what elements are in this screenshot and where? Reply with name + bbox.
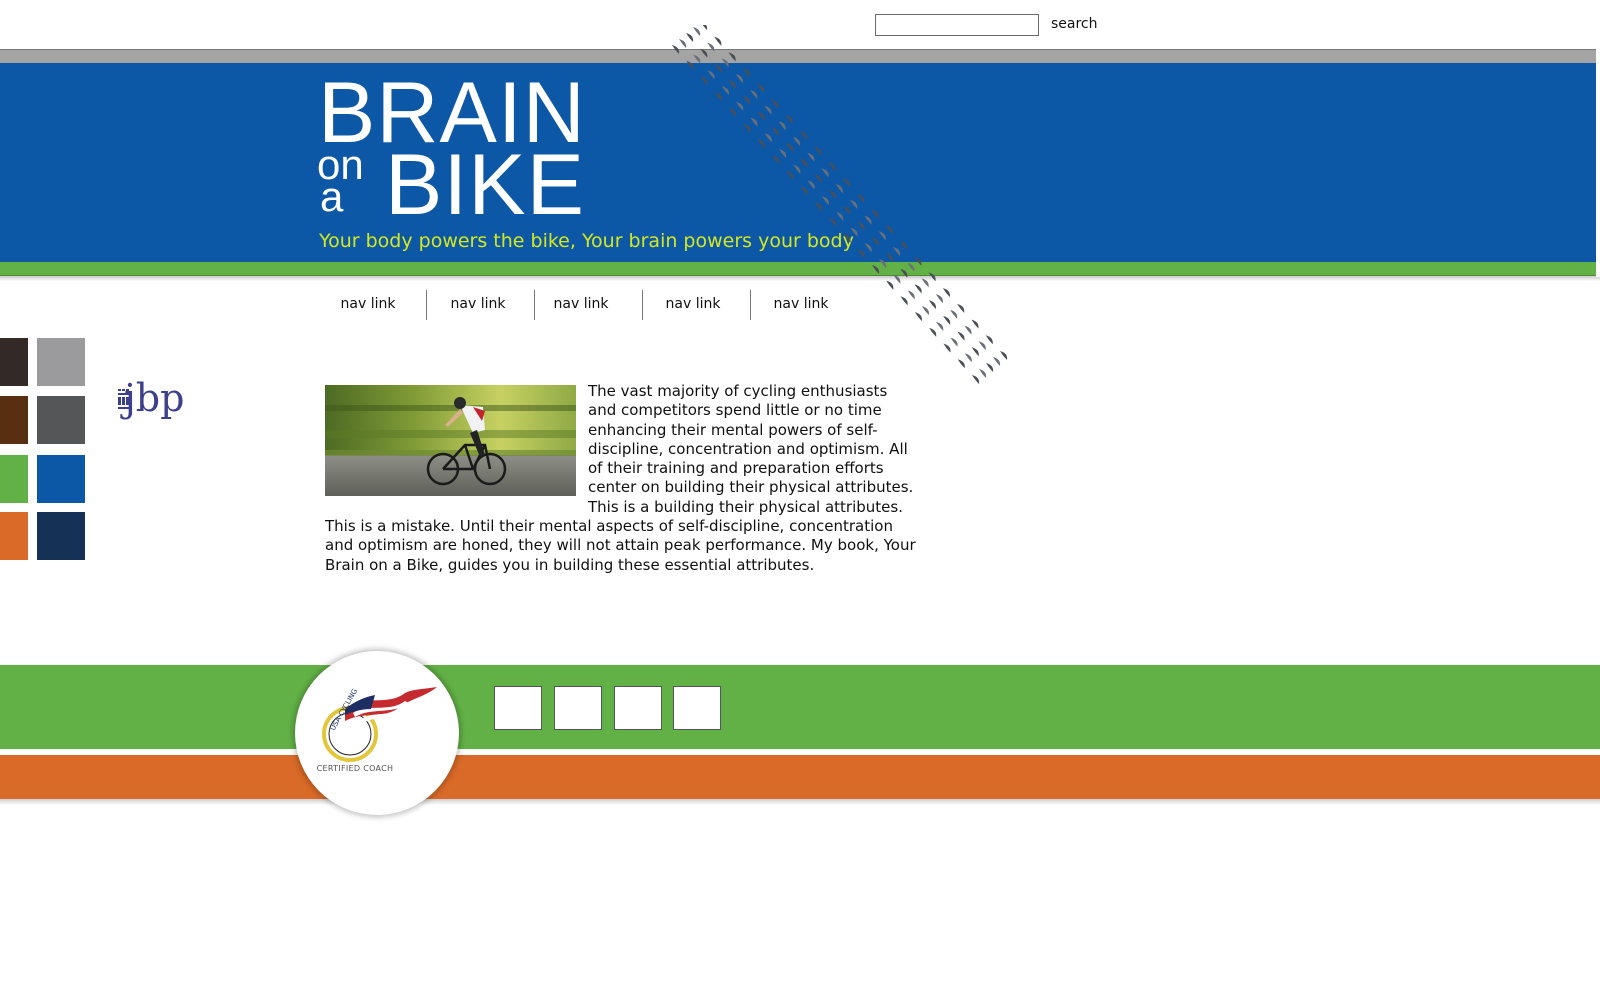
swatch-orange: [0, 512, 28, 560]
logo-bike-text: BIKE: [385, 137, 585, 233]
header-edge: [1596, 49, 1600, 277]
nav-link-5[interactable]: nav link: [751, 288, 851, 320]
tire-tread-mark: [929, 327, 937, 337]
tire-tread-mark: [679, 39, 687, 48]
tire-tread-mark: [928, 300, 936, 310]
tire-tread-mark: [886, 280, 894, 290]
footer-orange-band: [0, 755, 1600, 799]
jbp-logo: jbp: [118, 376, 184, 420]
swatch-light-gray: [37, 338, 85, 386]
tire-tread-mark: [900, 296, 908, 306]
tire-tread-mark: [686, 33, 694, 42]
social-link-2[interactable]: [554, 686, 602, 730]
tire-tread-mark: [914, 284, 922, 294]
tire-tread-mark: [942, 288, 950, 298]
jbp-logo-text: jbp: [120, 376, 184, 420]
swatch-navy: [37, 512, 85, 560]
swatch-dark-gray: [37, 396, 85, 444]
tire-tread-mark: [964, 325, 972, 335]
tire-tread-mark: [957, 303, 965, 313]
header-shadow: [0, 276, 1600, 281]
tire-tread-mark: [972, 375, 980, 384]
tire-tread-mark: [985, 335, 993, 345]
tire-tread-mark: [1000, 351, 1008, 360]
swatch-dark-brown: [0, 338, 28, 386]
tire-tread-mark: [943, 343, 951, 353]
tire-tread-mark: [714, 36, 722, 46]
tire-tread-mark: [693, 27, 701, 36]
tire-tread-mark: [936, 321, 944, 331]
tire-tread-mark: [957, 359, 965, 369]
tire-tread-mark: [979, 369, 987, 378]
swatch-brown: [0, 396, 28, 444]
tire-tread-mark: [964, 353, 972, 363]
social-link-1[interactable]: [494, 686, 542, 730]
cyclist-photo: [325, 385, 576, 496]
nav-link-4[interactable]: nav link: [643, 288, 743, 320]
tire-tread-mark: [943, 315, 951, 325]
tire-tread-mark: [702, 25, 708, 30]
tire-tread-mark: [986, 363, 994, 372]
search-input[interactable]: [875, 14, 1039, 36]
tire-tread-mark: [957, 331, 965, 341]
footer-shadow: [0, 799, 1600, 805]
tire-tread-mark: [914, 312, 922, 322]
tire-tread-mark: [971, 347, 979, 357]
tire-tread-mark: [935, 294, 943, 304]
nav-link-2[interactable]: nav link: [428, 288, 528, 320]
tagline: Your body powers the bike, Your brain po…: [319, 230, 854, 252]
tire-tread-mark: [907, 290, 915, 300]
badge-caption: CERTIFIED COACH: [316, 764, 394, 773]
main-content: The vast majority of cycling enthusiasts…: [325, 382, 919, 575]
search-button[interactable]: search: [1051, 14, 1098, 34]
social-link-4[interactable]: [673, 686, 721, 730]
nav-divider: [426, 290, 427, 320]
footer-green-band: [0, 665, 1600, 749]
usa-cycling-badge[interactable]: USA CYCLING CERTIFIED COACH: [295, 651, 459, 815]
tire-tread-mark: [950, 309, 958, 319]
nav-link-1[interactable]: nav link: [318, 288, 418, 320]
nav-link-3[interactable]: nav link: [531, 288, 631, 320]
header-bottom-stripe: [0, 262, 1600, 276]
header-top-stripe: [0, 49, 1600, 63]
swatch-blue: [37, 455, 85, 503]
swatch-green: [0, 455, 28, 503]
tire-tread-mark: [921, 306, 929, 316]
tire-tread-mark: [978, 341, 986, 351]
tire-tread-mark: [993, 357, 1001, 366]
tire-tread-mark: [971, 319, 979, 329]
social-link-3[interactable]: [614, 686, 662, 730]
logo-a-text: a: [320, 173, 344, 220]
tire-tread-mark: [950, 337, 958, 347]
